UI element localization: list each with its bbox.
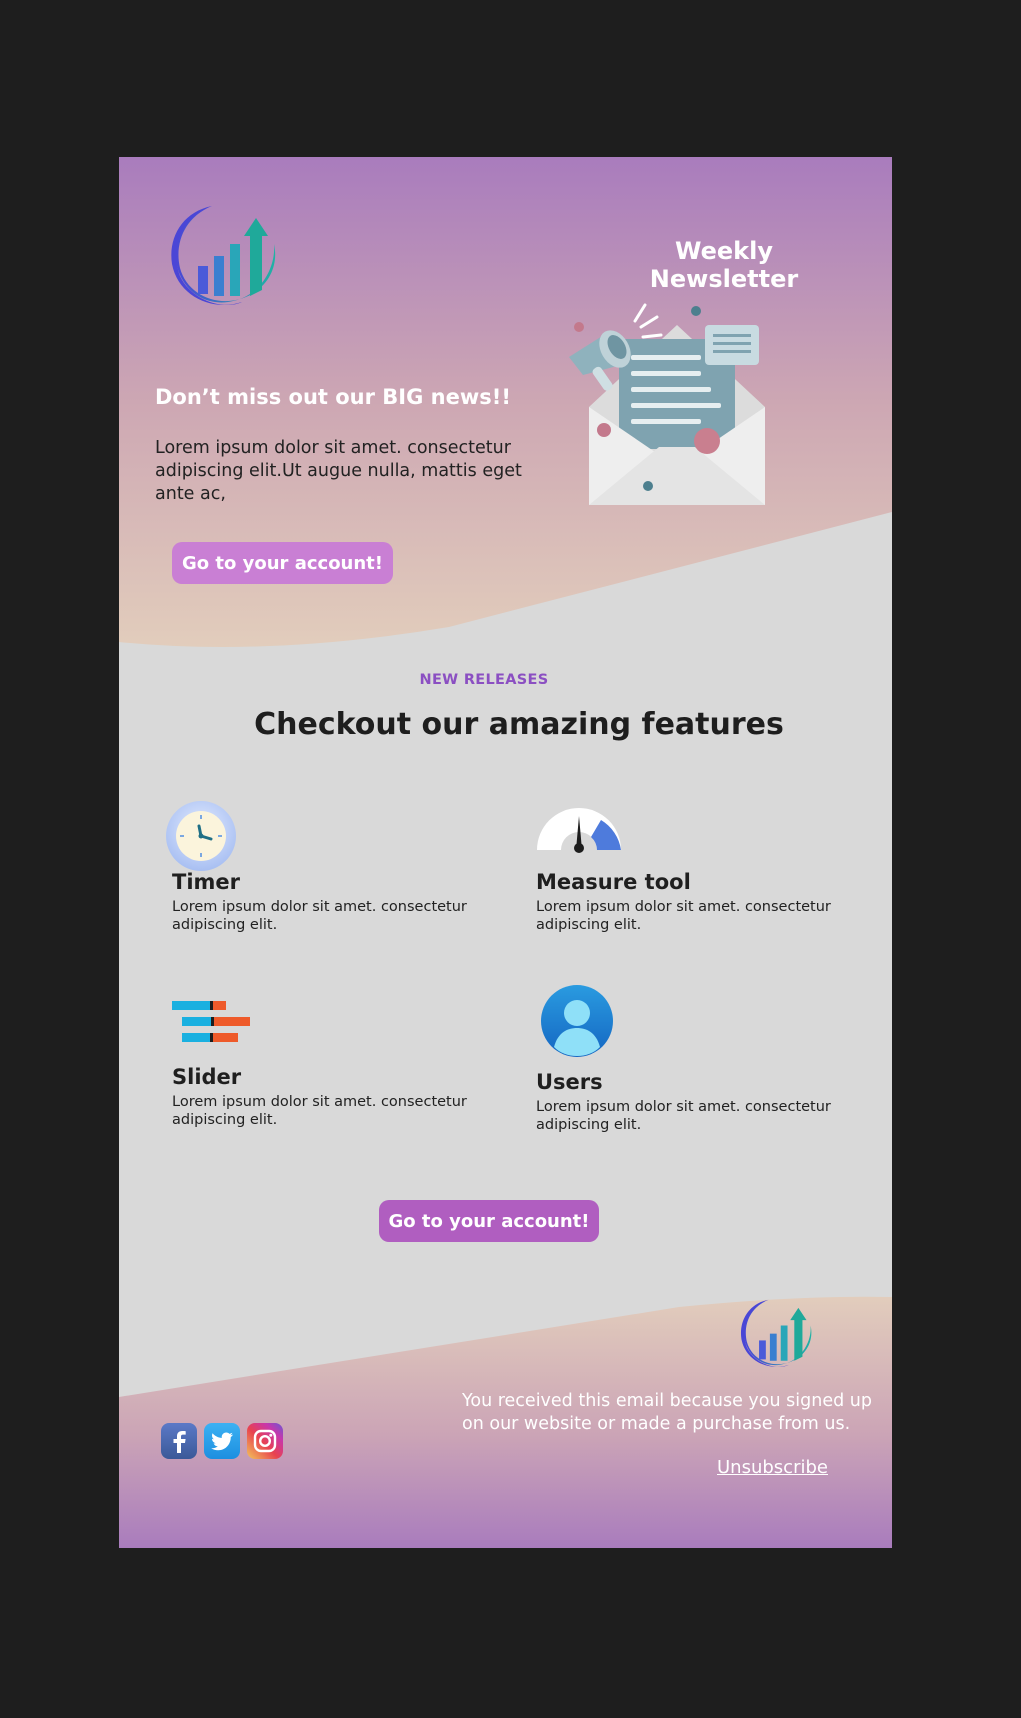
- feature-title: Slider: [172, 1065, 242, 1089]
- hero-headline: Don’t miss out our BIG news!!: [155, 385, 511, 409]
- user-icon: [541, 985, 613, 1057]
- feature-description: Lorem ipsum dolor sit amet. consectetur …: [172, 899, 467, 933]
- feature-users: Users Lorem ipsum dolor sit amet. consec…: [536, 985, 856, 1135]
- twitter-icon: [211, 1432, 233, 1451]
- go-to-account-button[interactable]: Go to your account!: [172, 542, 393, 584]
- newsletter-title: Weekly Newsletter: [649, 237, 799, 293]
- facebook-icon: [173, 1431, 186, 1453]
- instagram-link[interactable]: [247, 1423, 283, 1459]
- footer-logo: [736, 1297, 816, 1373]
- feature-slider: Slider Lorem ipsum dolor sit amet. conse…: [172, 995, 492, 1135]
- growth-chart-logo-icon: [171, 206, 276, 305]
- slider-icon: [172, 1001, 250, 1042]
- feature-title: Measure tool: [536, 870, 691, 894]
- facebook-link[interactable]: [161, 1423, 197, 1459]
- clock-icon: [166, 801, 236, 871]
- logo: [164, 202, 282, 314]
- go-to-account-button-bottom[interactable]: Go to your account!: [379, 1200, 599, 1242]
- hero-text: Lorem ipsum dolor sit amet. consectetur …: [155, 438, 522, 504]
- section-title: Checkout our amazing features: [254, 707, 784, 742]
- unsubscribe-link[interactable]: Unsubscribe: [717, 1457, 828, 1478]
- growth-chart-logo-icon: [740, 1299, 812, 1367]
- section-kicker: NEW RELEASES: [419, 672, 549, 688]
- footer-notice: You received this email because you sign…: [462, 1391, 872, 1434]
- newsletter-email: Weekly Newsletter Don’t miss out our BIG…: [119, 157, 892, 1548]
- twitter-link[interactable]: [204, 1423, 240, 1459]
- feature-timer: Timer Lorem ipsum dolor sit amet. consec…: [166, 800, 487, 940]
- instagram-icon: [253, 1429, 277, 1453]
- feature-measure-tool: Measure tool Lorem ipsum dolor sit amet.…: [535, 800, 855, 940]
- feature-description: Lorem ipsum dolor sit amet. consectetur …: [536, 899, 831, 933]
- feature-description: Lorem ipsum dolor sit amet. consectetur …: [172, 1094, 467, 1128]
- feature-title: Users: [536, 1070, 603, 1094]
- envelope-megaphone-illustration: [569, 303, 765, 505]
- feature-description: Lorem ipsum dolor sit amet. consectetur …: [536, 1099, 831, 1133]
- gauge-icon: [537, 808, 621, 853]
- feature-title: Timer: [172, 870, 241, 894]
